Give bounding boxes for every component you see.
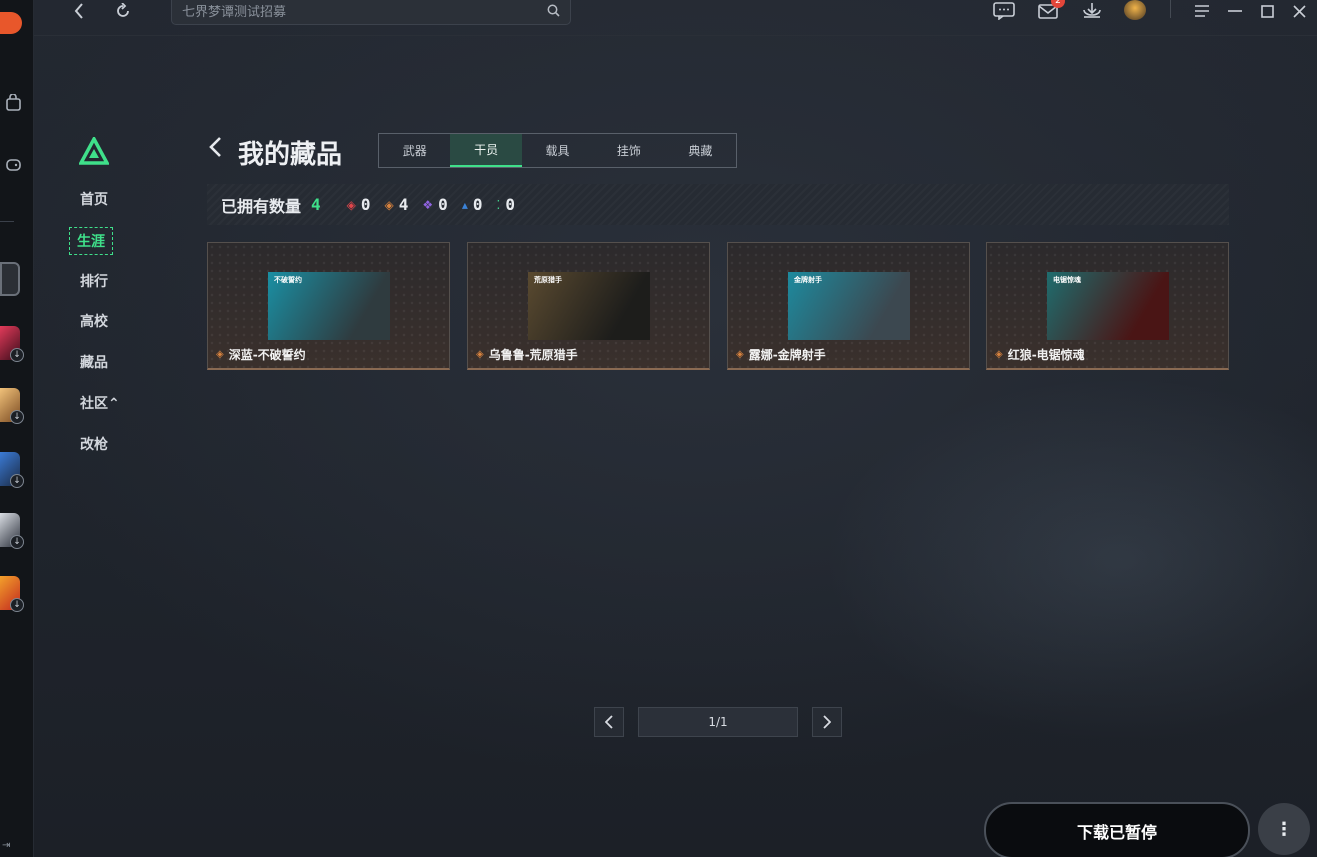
owned-label: 已拥有数量 — [221, 196, 302, 216]
operator-thumbnail: 电锯惊魂 — [1047, 272, 1169, 340]
nav-item-community[interactable]: 社区⌃ — [80, 393, 120, 413]
rarity-stat-blue: ▴ 0 — [462, 195, 483, 214]
card-name: ◈ 露娜-金牌射手 — [736, 346, 826, 363]
orange-diamond-icon: ◈ — [476, 349, 484, 360]
game-icon-6[interactable]: ↓ — [0, 576, 24, 612]
red-diamond-icon: ◈ — [346, 197, 356, 212]
download-icon: ↓ — [10, 410, 24, 424]
rarity-stat-green: ⁚ 0 — [496, 195, 514, 214]
tab-vehicles[interactable]: 载具 — [522, 134, 593, 167]
card-name: ◈ 乌鲁鲁-荒原猎手 — [476, 346, 578, 363]
avatar[interactable] — [1124, 0, 1146, 20]
nav-item-ranking[interactable]: 排行 — [80, 271, 108, 291]
game-icon-4[interactable]: ↓ — [0, 452, 24, 488]
operator-thumbnail: 不破誓约 — [268, 272, 390, 340]
operator-thumbnail: 荒原猎手 — [528, 272, 650, 340]
orange-diamond-icon: ◈ — [216, 349, 224, 360]
card-name-label: 红狼-电锯惊魂 — [1007, 348, 1085, 362]
chat-icon[interactable] — [991, 0, 1017, 22]
title-bar: 2 — [34, 0, 1317, 36]
download-icon: ↓ — [10, 535, 24, 549]
rarity-stat-purple: ❖ 0 — [422, 195, 447, 214]
gamepad-icon[interactable] — [0, 148, 22, 182]
card-name-label: 深蓝-不破誓约 — [228, 348, 306, 362]
download-paused-button[interactable]: 下载已暂停 — [984, 802, 1250, 857]
download-manager-icon[interactable] — [1079, 0, 1105, 22]
download-icon: ↓ — [10, 598, 24, 612]
rarity-count: 0 — [360, 195, 371, 214]
tab-premium[interactable]: 典藏 — [665, 134, 736, 167]
skin-title-art: 金牌射手 — [794, 276, 822, 284]
owned-total: 4 — [311, 195, 321, 214]
rail-divider — [0, 221, 14, 222]
skin-title-art: 不破誓约 — [274, 276, 302, 284]
titlebar-separator — [1170, 0, 1171, 18]
tab-operators[interactable]: 干员 — [450, 134, 522, 167]
card-name-label: 乌鲁鲁-荒原猎手 — [488, 348, 578, 362]
collection-tabs: 武器 干员 载具 挂饰 典藏 — [378, 133, 737, 168]
back-nav-icon[interactable] — [66, 0, 92, 22]
game-rail: ↓ ↓ ↓ ↓ ↓ ⇥ — [0, 0, 34, 857]
refresh-icon[interactable] — [110, 0, 136, 22]
owned-count-bar: 已拥有数量 4 ◈ 0 ◈ 4 ❖ 0 ▴ 0 ⁚ 0 — [207, 184, 1229, 225]
gift-bag-icon[interactable] — [0, 86, 22, 120]
tab-charms[interactable]: 挂饰 — [593, 134, 664, 167]
mail-badge: 2 — [1051, 0, 1065, 8]
page-indicator: 1/1 — [638, 707, 798, 737]
nav-item-career[interactable]: 生涯 — [69, 227, 113, 255]
card-name: ◈ 深蓝-不破誓约 — [216, 346, 306, 363]
rarity-stat-red: ◈ 0 — [347, 195, 371, 214]
game-icon-2[interactable]: ↓ — [0, 326, 24, 362]
expand-rail-icon[interactable]: ⇥ — [2, 840, 10, 851]
rarity-count: 4 — [398, 195, 409, 214]
more-options-icon[interactable]: ⋮ — [1258, 803, 1310, 855]
game-icon-3[interactable]: ↓ — [0, 388, 24, 424]
menu-icon[interactable] — [1189, 0, 1215, 22]
maximize-icon[interactable] — [1254, 0, 1280, 22]
back-button[interactable] — [208, 136, 222, 164]
operator-thumbnail: 金牌射手 — [788, 272, 910, 340]
operator-card[interactable]: 不破誓约 ◈ 深蓝-不破誓约 — [207, 242, 450, 370]
brand-logo-icon — [78, 135, 110, 165]
skin-title-art: 电锯惊魂 — [1053, 276, 1081, 284]
search-input[interactable] — [182, 4, 547, 20]
nav-item-home[interactable]: 首页 — [80, 189, 108, 209]
rarity-count: 0 — [438, 195, 448, 214]
nav-item-college[interactable]: 高校 — [80, 311, 108, 331]
app-logo-icon[interactable] — [0, 6, 22, 40]
minimize-icon[interactable] — [1222, 0, 1248, 22]
card-name-label: 露娜-金牌射手 — [748, 348, 826, 362]
search-icon[interactable] — [547, 4, 560, 21]
page-title: 我的藏品 — [238, 140, 343, 170]
operator-card[interactable]: 荒原猎手 ◈ 乌鲁鲁-荒原猎手 — [467, 242, 710, 370]
prev-page-button[interactable] — [594, 707, 624, 737]
download-icon: ↓ — [10, 348, 24, 362]
nav-item-collection[interactable]: 藏品 — [80, 352, 108, 372]
game-icon-5[interactable]: ↓ — [0, 513, 24, 549]
tab-weapons[interactable]: 武器 — [379, 134, 450, 167]
search-box[interactable] — [171, 0, 571, 25]
nav-item-gunsmith[interactable]: 改枪 — [80, 434, 108, 454]
operator-card[interactable]: 金牌射手 ◈ 露娜-金牌射手 — [727, 242, 970, 370]
skin-title-art: 荒原猎手 — [534, 276, 562, 284]
card-name: ◈ 红狼-电锯惊魂 — [995, 346, 1085, 363]
orange-diamond-icon: ◈ — [736, 349, 744, 360]
purple-diamond-icon: ❖ — [422, 197, 434, 212]
rarity-count: 0 — [505, 195, 515, 214]
orange-diamond-icon: ◈ — [384, 197, 394, 212]
operator-card[interactable]: 电锯惊魂 ◈ 红狼-电锯惊魂 — [986, 242, 1229, 370]
blue-triangle-icon: ▴ — [461, 197, 468, 212]
rarity-count: 0 — [472, 195, 483, 214]
mail-icon[interactable]: 2 — [1035, 0, 1065, 22]
download-icon: ↓ — [10, 474, 24, 488]
close-icon[interactable] — [1286, 0, 1312, 22]
next-page-button[interactable] — [812, 707, 842, 737]
orange-diamond-icon: ◈ — [995, 349, 1003, 360]
rarity-stat-orange: ◈ 4 — [385, 195, 409, 214]
green-dots-icon: ⁚ — [496, 197, 501, 212]
game-icon-1[interactable] — [0, 262, 20, 296]
